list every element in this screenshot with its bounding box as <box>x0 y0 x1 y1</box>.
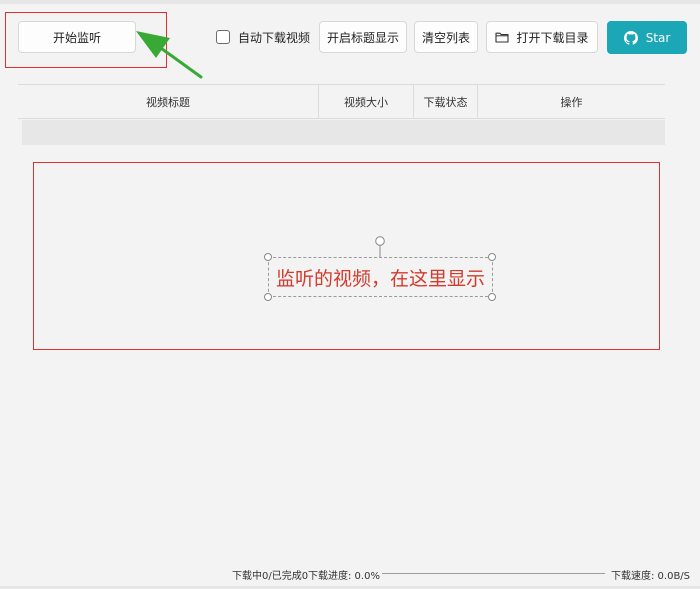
resize-handle <box>264 293 272 301</box>
download-progress-label: 下载进度: 0.0% <box>308 571 380 582</box>
download-progress-bar <box>382 573 605 574</box>
download-count: 下载中0/已完成0 <box>232 571 309 582</box>
resize-handle <box>488 253 496 261</box>
annotation-text: 监听的视频，在这里显示 <box>268 257 493 297</box>
rotation-handle <box>375 236 385 258</box>
download-speed: 下载速度: 0.0B/S <box>611 571 691 582</box>
resize-handle <box>264 253 272 261</box>
resize-handle <box>488 293 496 301</box>
